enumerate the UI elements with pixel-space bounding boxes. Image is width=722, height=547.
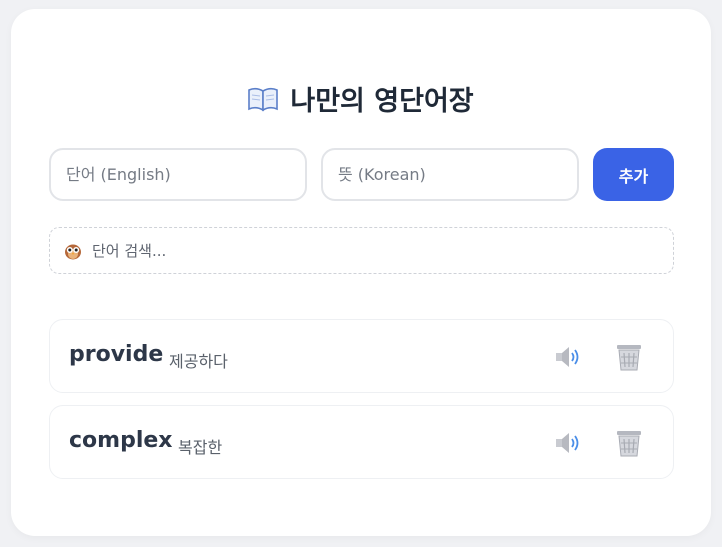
word-text: complex — [69, 428, 173, 453]
search-input[interactable] — [90, 240, 654, 261]
page-title-text: 나만의 영단어장 — [290, 86, 474, 117]
page-title: 나만의 영단어장 — [11, 79, 711, 118]
meaning-input[interactable] — [321, 148, 579, 201]
add-word-button[interactable]: 추가 — [593, 148, 674, 201]
owl-icon — [65, 244, 81, 259]
trash-icon[interactable] — [615, 342, 643, 372]
word-row: complex 복잡한 — [49, 405, 674, 479]
vocabulary-card: 나만의 영단어장 추가 provide 제공하다 — [11, 9, 711, 536]
word-row: provide 제공하다 — [49, 319, 674, 393]
trash-icon[interactable] — [615, 428, 643, 458]
word-text: provide — [69, 342, 164, 367]
speaker-icon[interactable] — [554, 430, 582, 456]
search-box[interactable] — [49, 227, 674, 274]
word-input[interactable] — [49, 148, 307, 201]
meaning-text: 제공하다 — [169, 352, 228, 371]
open-book-icon — [248, 87, 279, 111]
meaning-text: 복잡한 — [178, 438, 223, 457]
speaker-icon[interactable] — [554, 344, 582, 370]
